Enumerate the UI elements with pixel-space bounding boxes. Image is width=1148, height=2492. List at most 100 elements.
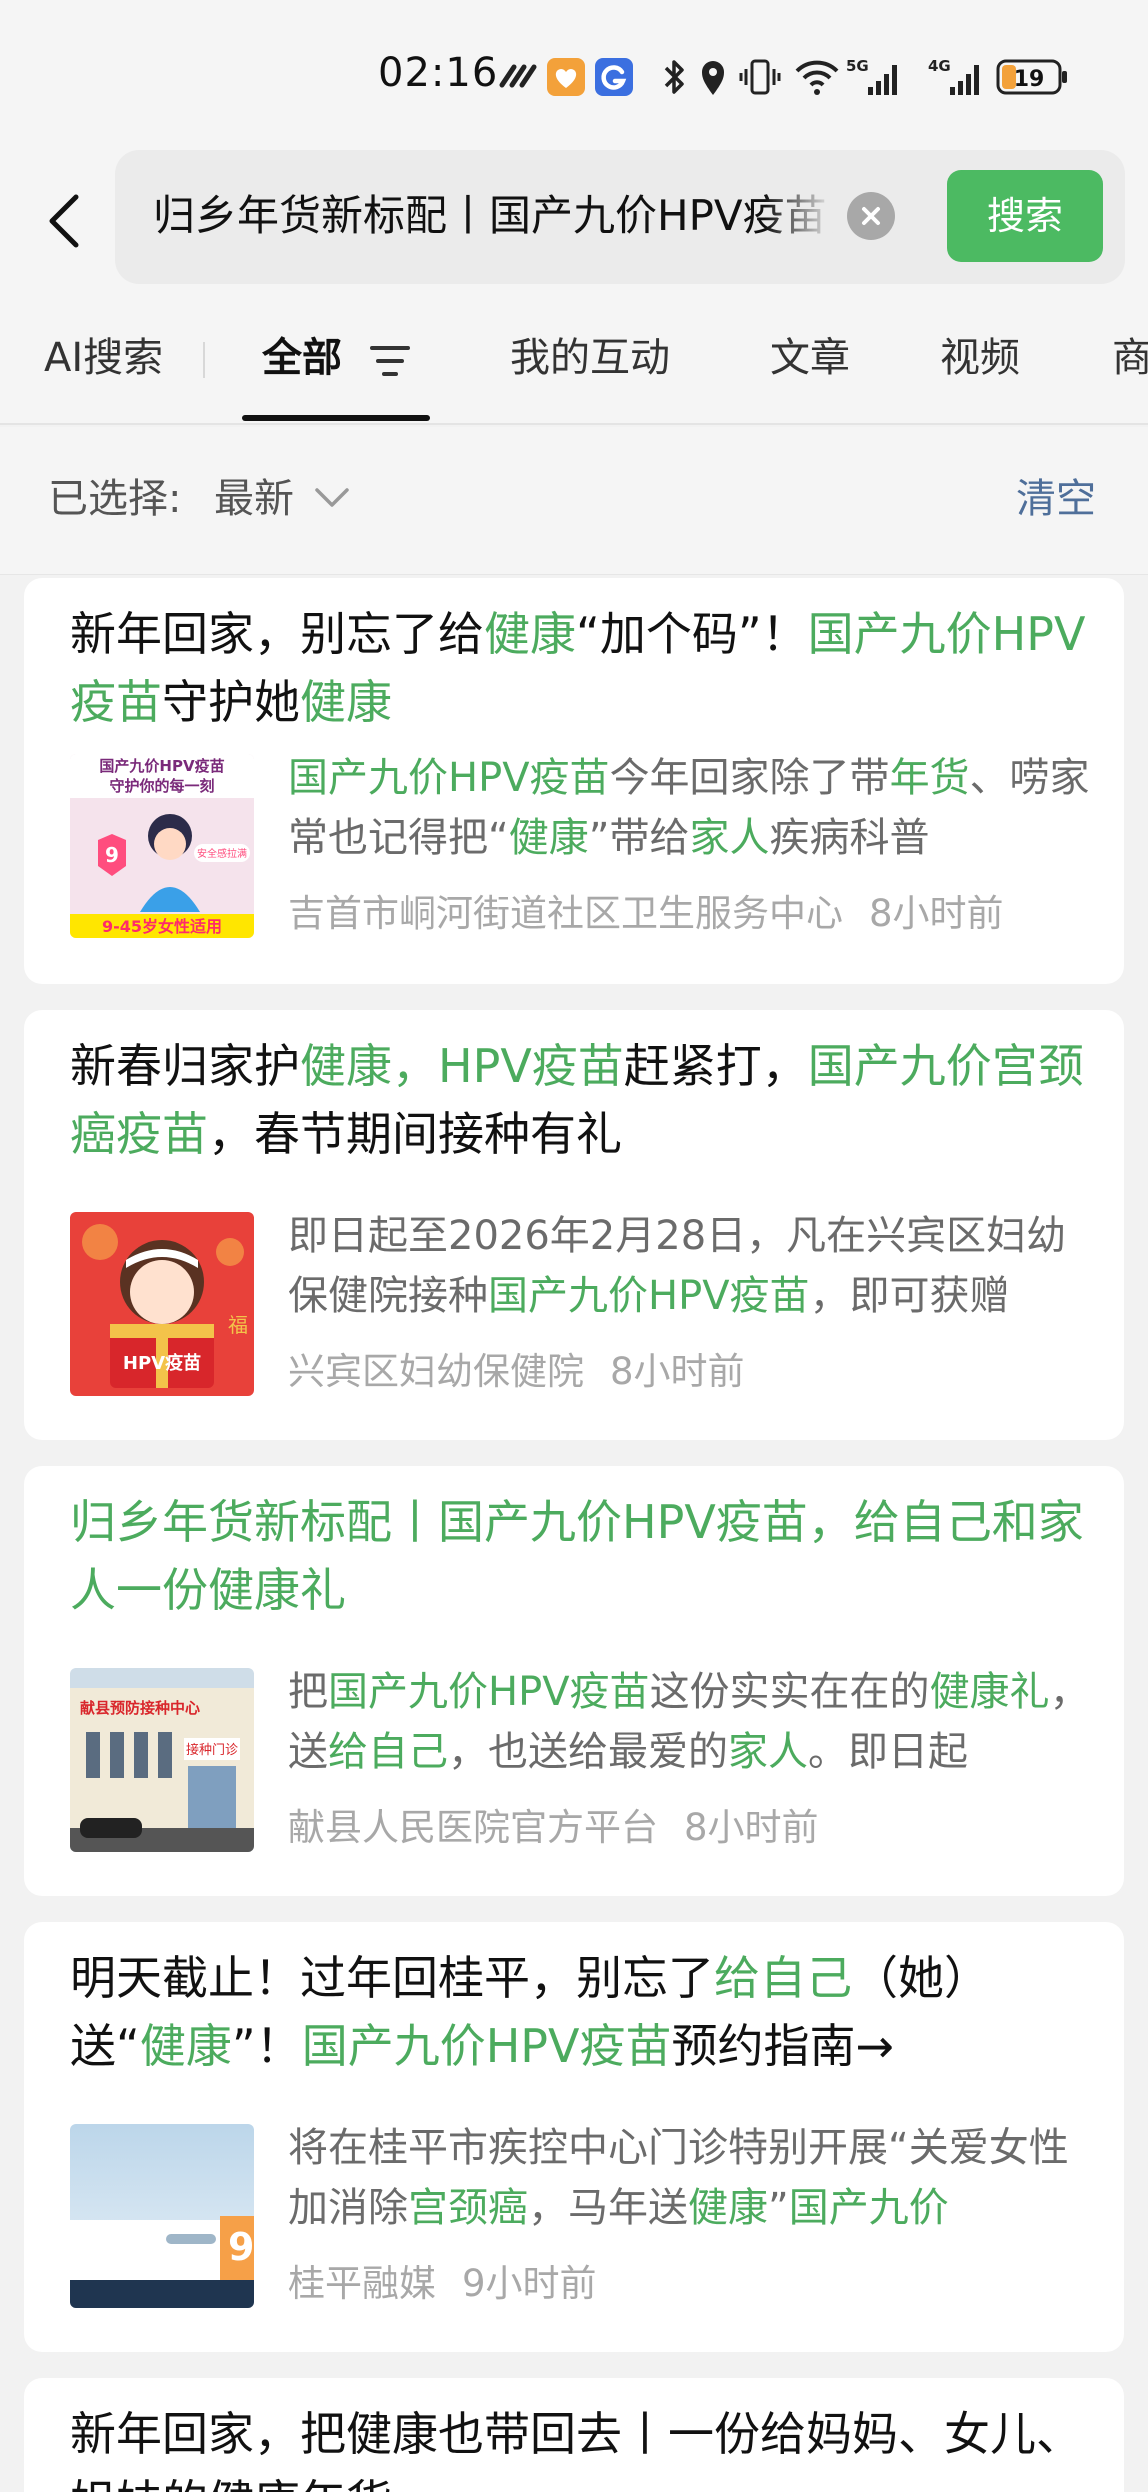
result-thumbnail[interactable]: 献县预防接种中心 接种门诊 xyxy=(70,1668,254,1852)
status-time: 02:16 xyxy=(378,50,499,96)
highlight-text: 健康，HPV疫苗 xyxy=(300,1039,624,1093)
text-segment: 守护她 xyxy=(162,675,300,729)
sort-dropdown[interactable]: 最新 xyxy=(214,471,294,527)
clear-search-button[interactable] xyxy=(847,192,895,240)
result-snippet: 把国产九价HPV疫苗这份实实在在的健康礼，送给自己，也送给最爱的家人。即日起 xyxy=(288,1662,1094,1782)
text-segment: ”带给 xyxy=(588,815,690,861)
result-source: 吉首市峒河街道社区卫生服务中心 xyxy=(288,892,843,935)
battery-icon: 19 xyxy=(996,55,1070,103)
tab-ai-search[interactable]: AI搜索 xyxy=(44,330,163,386)
highlight-text: 归乡年货新标配丨国产九价HPV疫苗，给自己和家人一份健康礼 xyxy=(70,1495,1084,1617)
result-card[interactable]: 新年回家，把健康也带回去丨一份给妈妈、女儿、姐妹的健康年货 xyxy=(24,2378,1124,2492)
highlight-text: 健康 xyxy=(484,607,576,661)
result-thumbnail[interactable]: 9 xyxy=(70,2124,254,2308)
highlight-text: 家人 xyxy=(689,815,770,861)
result-meta: 桂平融媒 9小时前 xyxy=(288,2258,597,2310)
result-time: 8小时前 xyxy=(610,1350,745,1393)
filter-row: 已选择: 最新 清空 xyxy=(0,427,1148,575)
search-button[interactable]: 搜索 xyxy=(947,170,1103,262)
text-segment: 预约指南→ xyxy=(671,2019,895,2073)
text-segment: 新春归家护 xyxy=(70,1039,300,1093)
text-segment: ，马年送 xyxy=(528,2185,688,2231)
highlight-text: 国产九价HPV疫苗 xyxy=(488,1273,810,1319)
result-time: 8小时前 xyxy=(869,892,1004,935)
text-segment: 新年回家，把健康也带回去丨一份给妈妈、女儿、姐妹的健康年货 xyxy=(70,2407,1082,2492)
text-segment: 赶紧打， xyxy=(623,1039,808,1093)
text-segment: ，春节期间接种有礼 xyxy=(208,1107,622,1161)
result-card[interactable]: 明天截止！过年回桂平，别忘了给自己（她）送“健康”！国产九价HPV疫苗预约指南→… xyxy=(24,1922,1124,2352)
signal-4g-icon: 4G xyxy=(928,55,986,103)
thumb-box-label: HPV疫苗 xyxy=(123,1352,201,1374)
text-segment: ，也送给最爱的 xyxy=(448,1729,728,1775)
text-segment: 。即日起 xyxy=(808,1729,968,1775)
search-input[interactable]: 归乡年货新标配丨国产九价HPV疫苗，给自己和家人一份健康礼 xyxy=(153,186,833,246)
result-time: 8小时前 xyxy=(684,1806,819,1849)
result-title[interactable]: 归乡年货新标配丨国产九价HPV疫苗，给自己和家人一份健康礼 xyxy=(70,1488,1100,1624)
text-segment: 这份实实在在的 xyxy=(649,1669,930,1715)
result-title[interactable]: 明天截止！过年回桂平，别忘了给自己（她）送“健康”！国产九价HPV疫苗预约指南→ xyxy=(70,1944,1100,2080)
text-segment: ” xyxy=(768,2185,789,2231)
result-card[interactable]: 新春归家护健康，HPV疫苗赶紧打，国产九价宫颈癌疫苗，春节期间接种有礼 HPV疫… xyxy=(24,1010,1124,1440)
result-snippet: 将在桂平市疾控中心门诊特别开展“关爱女性加消除宫颈癌，马年送健康”国产九价 xyxy=(288,2118,1094,2238)
close-icon xyxy=(862,207,880,225)
tab-products[interactable]: 商品 xyxy=(1112,330,1148,386)
search-header: 归乡年货新标配丨国产九价HPV疫苗，给自己和家人一份健康礼 搜索 xyxy=(0,150,1148,290)
highlight-text: 健康 xyxy=(300,675,392,729)
highlight-text: 给自己 xyxy=(328,1729,448,1775)
tab-my-interactions[interactable]: 我的互动 xyxy=(510,330,670,386)
network-4g-label: 4G xyxy=(928,57,951,75)
text-segment: “加个码”！ xyxy=(576,607,808,661)
bluetooth-icon xyxy=(660,55,690,103)
result-meta: 献县人民医院官方平台 8小时前 xyxy=(288,1802,819,1854)
network-5g-label: 5G xyxy=(846,57,869,75)
highlight-text: 国产九价 xyxy=(788,2185,949,2231)
location-icon xyxy=(698,55,728,103)
tab-videos[interactable]: 视频 xyxy=(940,330,1020,386)
back-button[interactable] xyxy=(38,186,90,256)
thumb-sign: 献县预防接种中心 xyxy=(80,1699,200,1717)
result-card[interactable]: 归乡年货新标配丨国产九价HPV疫苗，给自己和家人一份健康礼 献县预防接种中心 接… xyxy=(24,1466,1124,1896)
text-segment: 把 xyxy=(288,1669,328,1715)
highlight-text: 国产九价HPV疫苗 xyxy=(288,755,610,801)
highlight-text: 健康 xyxy=(139,2019,232,2073)
thumb-badge: 9 xyxy=(105,843,119,867)
result-thumbnail[interactable]: 国产九价HPV疫苗 守护你的每一刻 9 安全感拉满 9-45岁女性适用 xyxy=(70,754,254,938)
thumb-badge: 9 xyxy=(228,2225,254,2269)
thumb-footer: 9-45岁女性适用 xyxy=(102,917,222,936)
chevron-down-icon[interactable] xyxy=(314,487,350,513)
text-segment: 今年回家除了带 xyxy=(609,755,890,801)
text-segment: 明天截止！过年回桂平，别忘了 xyxy=(70,1951,714,2005)
thumb-fu: 福 xyxy=(228,1313,248,1337)
highlight-text: 年货 xyxy=(889,755,970,801)
result-snippet: 国产九价HPV疫苗今年回家除了带年货、唠家常也记得把“健康”带给家人疾病科普 xyxy=(288,748,1094,868)
result-snippet: 即日起至2026年2月28日，凡在兴宾区妇幼保健院接种国产九价HPV疫苗，即可获… xyxy=(288,1206,1094,1326)
result-title[interactable]: 新年回家，别忘了给健康“加个码”！国产九价HPV疫苗守护她健康 xyxy=(70,600,1100,736)
result-tabs: AI搜索 全部 我的互动 文章 视频 商品 xyxy=(0,290,1148,425)
search-box[interactable]: 归乡年货新标配丨国产九价HPV疫苗，给自己和家人一份健康礼 搜索 xyxy=(115,150,1125,284)
text-segment: 疾病科普 xyxy=(769,815,930,861)
clear-filter-button[interactable]: 清空 xyxy=(1016,471,1096,527)
result-title[interactable]: 新春归家护健康，HPV疫苗赶紧打，国产九价宫颈癌疫苗，春节期间接种有礼 xyxy=(70,1032,1100,1168)
tab-all[interactable]: 全部 xyxy=(262,330,342,386)
tab-articles[interactable]: 文章 xyxy=(770,330,850,386)
result-meta: 兴宾区妇幼保健院 8小时前 xyxy=(288,1346,745,1398)
filter-icon[interactable] xyxy=(370,344,410,382)
result-card[interactable]: 新年回家，别忘了给健康“加个码”！国产九价HPV疫苗守护她健康 国产九价HPV疫… xyxy=(24,578,1124,984)
result-title[interactable]: 新年回家，把健康也带回去丨一份给妈妈、女儿、姐妹的健康年货 xyxy=(70,2400,1100,2492)
wifi-icon xyxy=(794,55,840,103)
vibrate-icon xyxy=(738,55,782,103)
app-heart-icon xyxy=(546,55,586,103)
result-source: 献县人民医院官方平台 xyxy=(288,1806,658,1849)
text-segment: ”！ xyxy=(231,2019,302,2073)
result-time: 9小时前 xyxy=(462,2262,597,2305)
result-source: 兴宾区妇幼保健院 xyxy=(288,1350,584,1393)
thumb-door: 接种门诊 xyxy=(186,1742,238,1758)
highlight-text: 国产九价HPV疫苗 xyxy=(301,2019,672,2073)
highlight-text: 健康礼 xyxy=(929,1669,1050,1715)
highlight-text: 健康 xyxy=(508,815,589,861)
result-thumbnail[interactable]: HPV疫苗 福 xyxy=(70,1212,254,1396)
signal-5g-icon: 5G xyxy=(846,55,904,103)
highlight-text: 给自己 xyxy=(714,1951,852,2005)
highlight-text: 宫颈癌 xyxy=(408,2185,528,2231)
highlight-text: 家人 xyxy=(728,1729,808,1775)
